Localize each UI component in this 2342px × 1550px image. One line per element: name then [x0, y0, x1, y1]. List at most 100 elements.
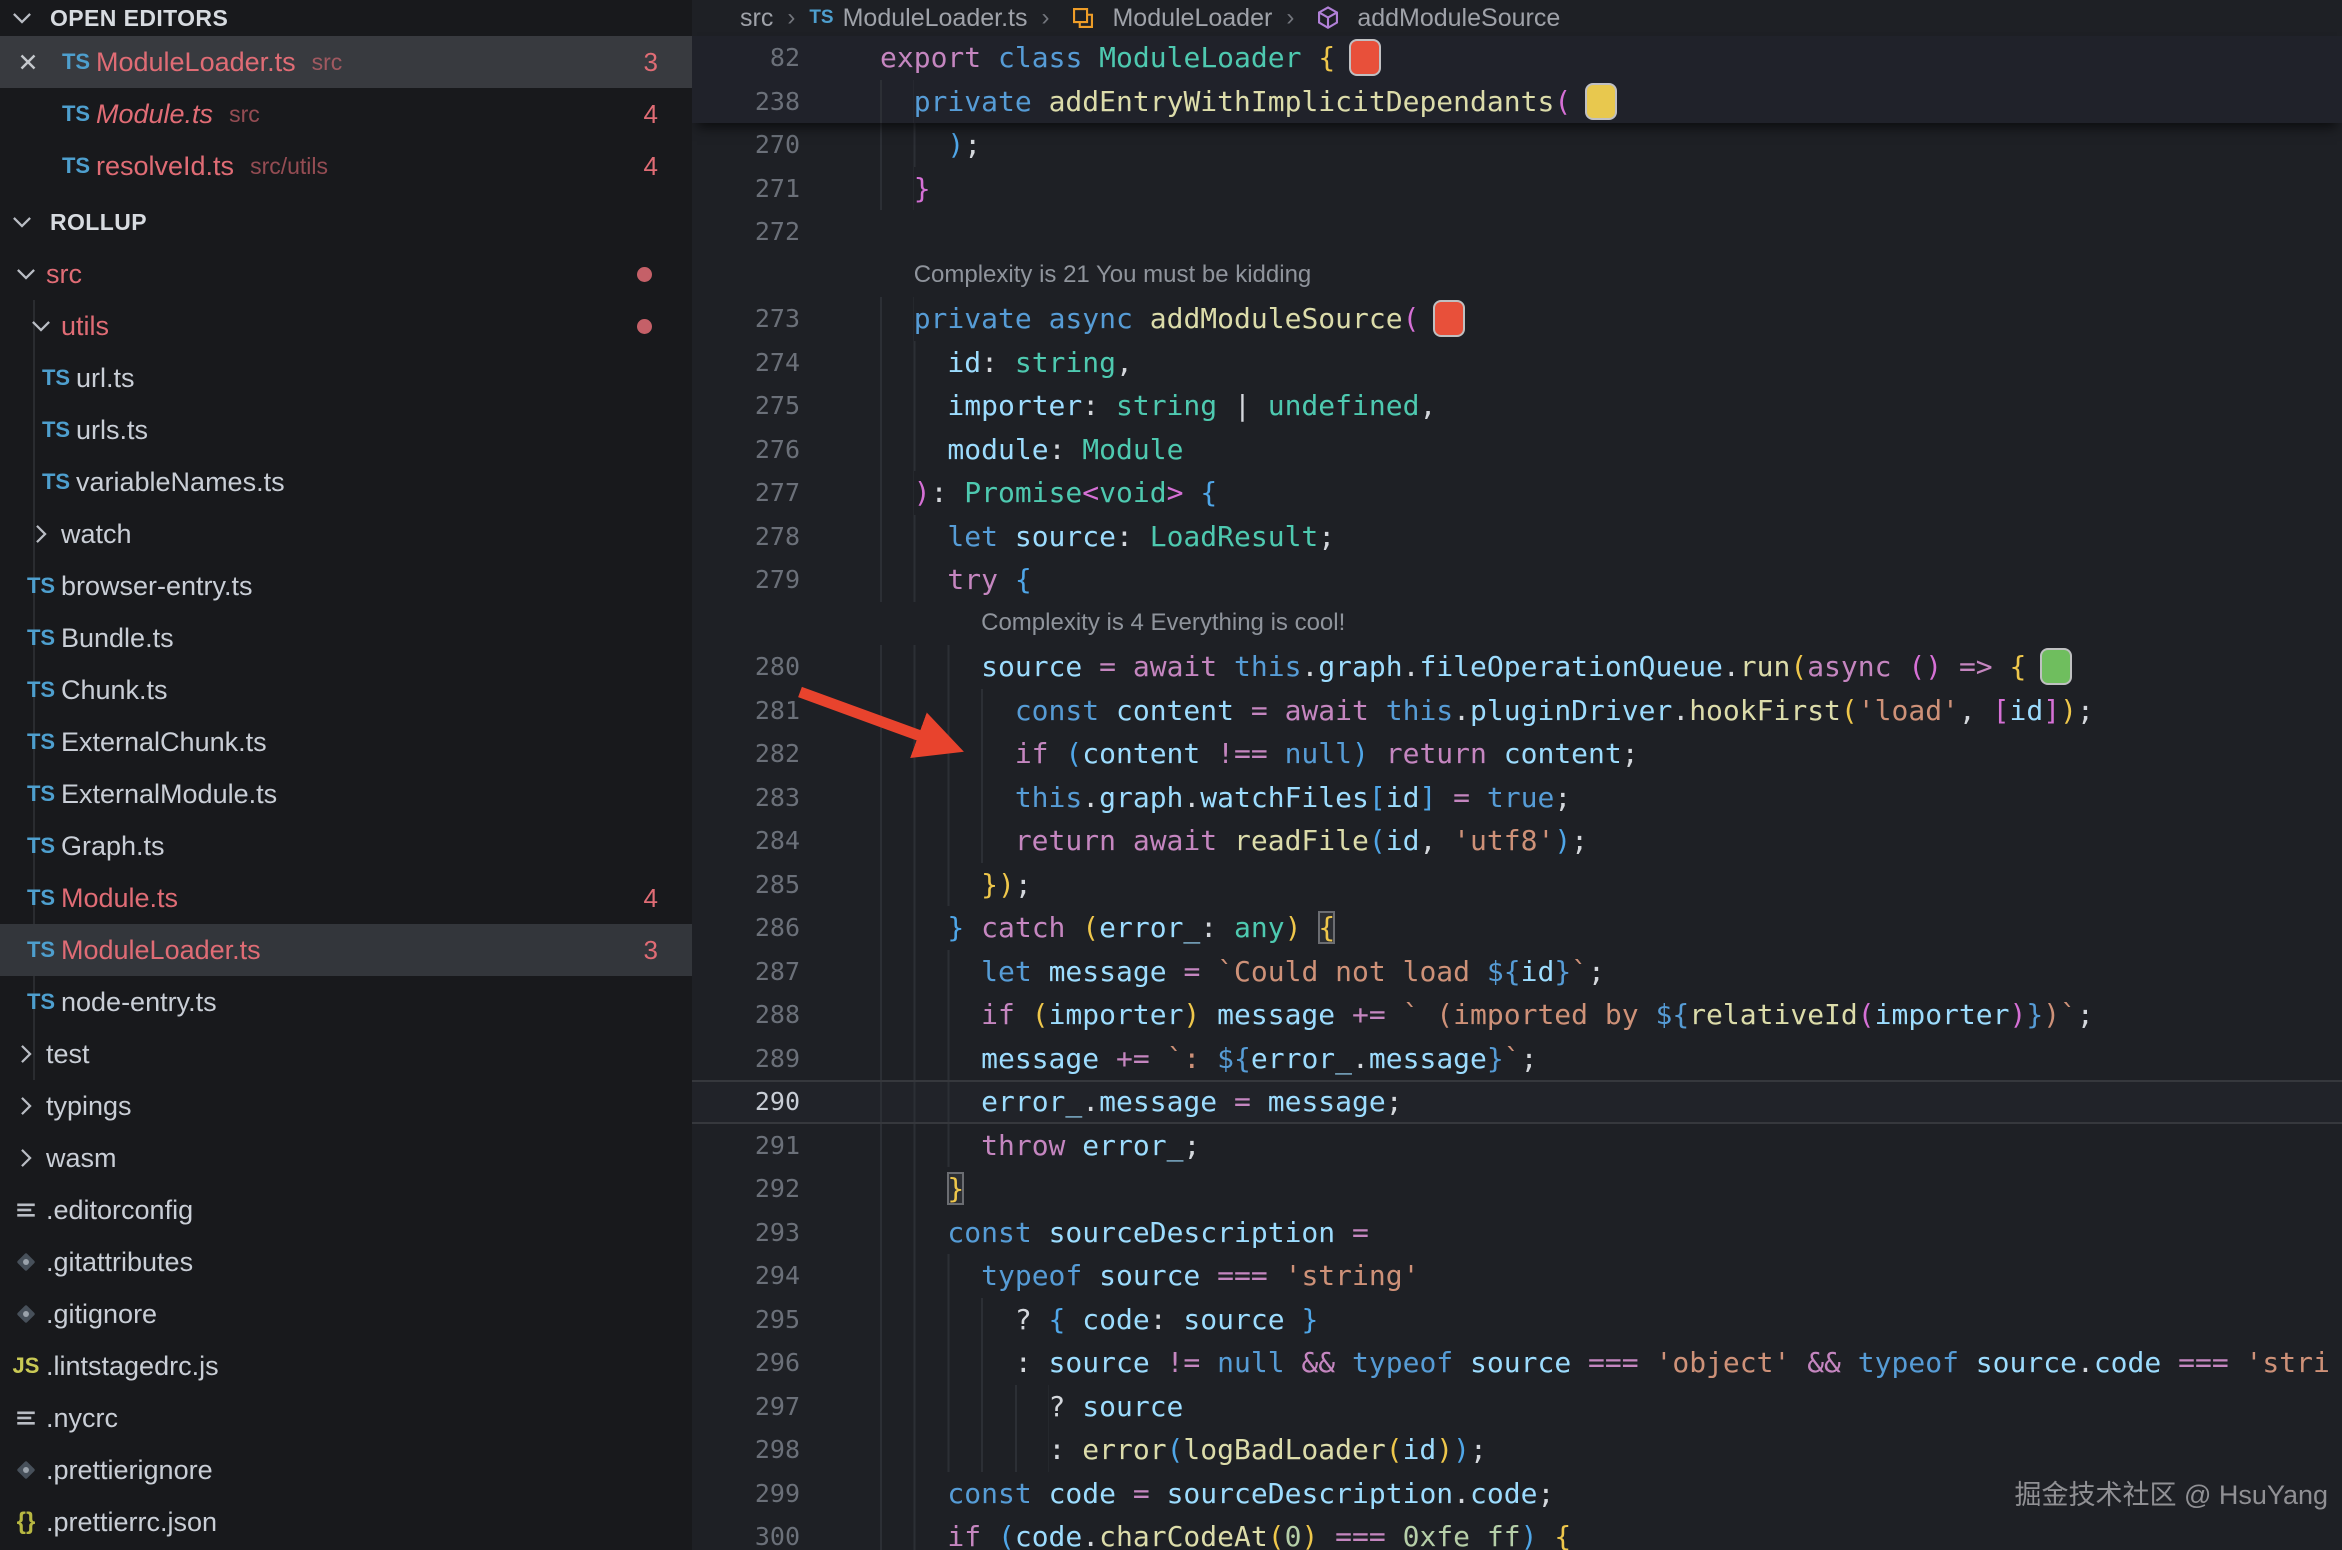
- tree-item-editorconfig[interactable]: .editorconfig: [0, 1184, 692, 1236]
- line-number[interactable]: 278: [692, 522, 810, 551]
- line-number[interactable]: 280: [692, 652, 810, 681]
- code-line[interactable]: 296: source != null && typeof source ===…: [692, 1341, 2342, 1385]
- code-line[interactable]: 283this.graph.watchFiles[id] = true;: [692, 776, 2342, 820]
- tree-item-ModuleLoader-ts[interactable]: TSModuleLoader.ts3: [0, 924, 692, 976]
- line-number[interactable]: 276: [692, 435, 810, 464]
- code-line[interactable]: 282if (content !== null) return content;: [692, 732, 2342, 776]
- line-number[interactable]: 289: [692, 1044, 810, 1073]
- line-number[interactable]: 273: [692, 304, 810, 333]
- tree-item-Bundle-ts[interactable]: TSBundle.ts: [0, 612, 692, 664]
- line-number[interactable]: 281: [692, 696, 810, 725]
- line-number[interactable]: 297: [692, 1392, 810, 1421]
- tree-item-watch[interactable]: watch: [0, 508, 692, 560]
- line-number[interactable]: 293: [692, 1218, 810, 1247]
- tree-item-ExternalModule-ts[interactable]: TSExternalModule.ts: [0, 768, 692, 820]
- code-line[interactable]: 276module: Module: [692, 428, 2342, 472]
- code-line[interactable]: 273private async addModuleSource(: [692, 297, 2342, 341]
- open-editor-item[interactable]: TSModuleLoader.tssrc3: [0, 36, 692, 88]
- code-line[interactable]: 277): Promise<void> {: [692, 471, 2342, 515]
- code-line[interactable]: 297? source: [692, 1385, 2342, 1429]
- tree-item-lintstagedrc-js[interactable]: JS.lintstagedrc.js: [0, 1340, 692, 1392]
- tree-item-gitattributes[interactable]: .gitattributes: [0, 1236, 692, 1288]
- tree-item-url-ts[interactable]: TSurl.ts: [0, 352, 692, 404]
- code-line[interactable]: 275importer: string | undefined,: [692, 384, 2342, 428]
- tree-item-src[interactable]: src: [0, 248, 692, 300]
- line-number[interactable]: 82: [692, 43, 810, 72]
- code-line[interactable]: 300if (code.charCodeAt(0) === 0xfe_ff) {: [692, 1515, 2342, 1550]
- code-line[interactable]: 291throw error_;: [692, 1124, 2342, 1168]
- line-number[interactable]: 288: [692, 1000, 810, 1029]
- tree-item-utils[interactable]: utils: [0, 300, 692, 352]
- code-lens-row[interactable]: Complexity is 21 You must be kidding: [692, 254, 2342, 298]
- line-number[interactable]: 275: [692, 391, 810, 420]
- tree-item-nycrc[interactable]: .nycrc: [0, 1392, 692, 1444]
- line-number[interactable]: 299: [692, 1479, 810, 1508]
- tree-item-variableNames-ts[interactable]: TSvariableNames.ts: [0, 456, 692, 508]
- line-number[interactable]: 290: [692, 1087, 810, 1116]
- code-line[interactable]: 278let source: LoadResult;: [692, 515, 2342, 559]
- section-header-open-editors[interactable]: OPEN EDITORS: [0, 0, 692, 36]
- breadcrumb-item[interactable]: src: [740, 4, 773, 33]
- line-number[interactable]: 300: [692, 1522, 810, 1550]
- line-number[interactable]: 285: [692, 870, 810, 899]
- code-line[interactable]: 271}: [692, 167, 2342, 211]
- line-number[interactable]: 274: [692, 348, 810, 377]
- line-number[interactable]: 286: [692, 913, 810, 942]
- code-line[interactable]: 280source = await this.graph.fileOperati…: [692, 645, 2342, 689]
- code-line[interactable]: 272: [692, 210, 2342, 254]
- line-number[interactable]: 279: [692, 565, 810, 594]
- code-line[interactable]: 286} catch (error_: any) {: [692, 906, 2342, 950]
- code-lens[interactable]: Complexity is 4 Everything is cool!: [880, 602, 1345, 646]
- line-number[interactable]: 298: [692, 1435, 810, 1464]
- close-icon[interactable]: [0, 42, 56, 82]
- breadcrumb-item[interactable]: addModuleSource: [1308, 0, 1560, 38]
- line-number[interactable]: 277: [692, 478, 810, 507]
- tree-item-gitignore[interactable]: .gitignore: [0, 1288, 692, 1340]
- code-line[interactable]: 288if (importer) message += ` (imported …: [692, 993, 2342, 1037]
- code-line[interactable]: 294typeof source === 'string': [692, 1254, 2342, 1298]
- line-number[interactable]: 238: [692, 87, 810, 116]
- tree-item-prettierignore[interactable]: .prettierignore: [0, 1444, 692, 1496]
- code-line[interactable]: 284return await readFile(id, 'utf8');: [692, 819, 2342, 863]
- code-line[interactable]: 289message += `: ${error_.message}`;: [692, 1037, 2342, 1081]
- tree-item-Graph-ts[interactable]: TSGraph.ts: [0, 820, 692, 872]
- tree-item-wasm[interactable]: wasm: [0, 1132, 692, 1184]
- line-number[interactable]: 271: [692, 174, 810, 203]
- code-line[interactable]: 270);: [692, 123, 2342, 167]
- tree-item-urls-ts[interactable]: TSurls.ts: [0, 404, 692, 456]
- code-lens[interactable]: Complexity is 21 You must be kidding: [880, 254, 1311, 298]
- tree-item-typings[interactable]: typings: [0, 1080, 692, 1132]
- code-line[interactable]: 290error_.message = message;: [692, 1080, 2342, 1124]
- line-number[interactable]: 282: [692, 739, 810, 768]
- line-number[interactable]: 295: [692, 1305, 810, 1334]
- code-lens-row[interactable]: Complexity is 4 Everything is cool!: [692, 602, 2342, 646]
- code-line[interactable]: 292}: [692, 1167, 2342, 1211]
- line-number[interactable]: 292: [692, 1174, 810, 1203]
- code-line[interactable]: 285});: [692, 863, 2342, 907]
- tree-item-ExternalChunk-ts[interactable]: TSExternalChunk.ts: [0, 716, 692, 768]
- open-editor-item[interactable]: TSModule.tssrc4: [0, 88, 692, 140]
- code-line[interactable]: 298: error(logBadLoader(id));: [692, 1428, 2342, 1472]
- tree-item-prettierrc-json[interactable]: {}.prettierrc.json: [0, 1496, 692, 1548]
- tree-item-node-entry-ts[interactable]: TSnode-entry.ts: [0, 976, 692, 1028]
- code-line[interactable]: 293const sourceDescription =: [692, 1211, 2342, 1255]
- code-line[interactable]: 238private addEntryWithImplicitDependant…: [692, 80, 2342, 124]
- code-line[interactable]: 281const content = await this.pluginDriv…: [692, 689, 2342, 733]
- code-line[interactable]: 274id: string,: [692, 341, 2342, 385]
- code-line[interactable]: 287let message = `Could not load ${id}`;: [692, 950, 2342, 994]
- open-editor-item[interactable]: TSresolveId.tssrc/utils4: [0, 140, 692, 192]
- line-number[interactable]: 296: [692, 1348, 810, 1377]
- code-line[interactable]: 295? { code: source }: [692, 1298, 2342, 1342]
- line-number[interactable]: 294: [692, 1261, 810, 1290]
- code-line[interactable]: 82export class ModuleLoader {: [692, 36, 2342, 80]
- line-number[interactable]: 284: [692, 826, 810, 855]
- breadcrumb-item[interactable]: ModuleLoader: [1063, 0, 1272, 38]
- code-line[interactable]: 279try {: [692, 558, 2342, 602]
- line-number[interactable]: 270: [692, 130, 810, 159]
- tree-item-Module-ts[interactable]: TSModule.ts4: [0, 872, 692, 924]
- tree-item-Chunk-ts[interactable]: TSChunk.ts: [0, 664, 692, 716]
- line-number[interactable]: 291: [692, 1131, 810, 1160]
- line-number[interactable]: 272: [692, 217, 810, 246]
- tree-item-browser-entry-ts[interactable]: TSbrowser-entry.ts: [0, 560, 692, 612]
- section-header-explorer[interactable]: ROLLUP: [0, 196, 692, 248]
